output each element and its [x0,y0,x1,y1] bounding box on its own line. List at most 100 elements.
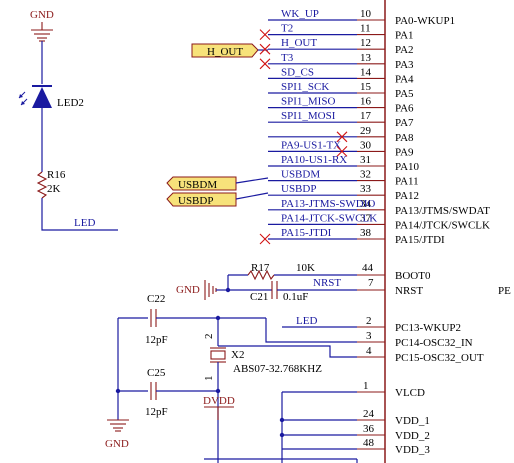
pin-number: 12 [360,37,371,49]
pin-number: 10 [360,8,372,20]
pin-net-label: T2 [281,23,293,35]
x2-ref: X2 [231,349,244,361]
pin-name: PA10 [395,161,420,173]
port-usbdm: USBDM [166,176,237,191]
pin-number: 32 [360,169,371,181]
pin-number: 36 [363,423,375,435]
boot-pin-number: 44 [362,262,374,274]
port-usbdm-text: USBDM [178,179,217,191]
r17-value: 10K [296,262,315,274]
pin-name: PA14/JTCK/SWCLK [395,219,490,231]
pin-number: 48 [363,437,375,449]
c25-ref: C25 [147,367,166,379]
c25-value: 12pF [145,406,168,418]
pin-net-label: USBDP [281,183,316,195]
x2-pin1-number: 1 [203,376,215,382]
pin-name: PA1 [395,30,414,42]
pin-number: 2 [366,315,372,327]
nrst-pin-number: 7 [368,277,374,289]
dvdd-label: DVDD [203,395,235,407]
nrst-net-label: NRST [313,277,341,289]
mcu-pin-row: 17 PA7 SPI1_MOSI [268,110,414,129]
pin-name: PA13/JTMS/SWDAT [395,205,490,217]
c21-ref: C21 [250,291,268,303]
pin-number: 11 [360,23,371,35]
pin-name: PA12 [395,190,419,202]
nrst-pin-name: NRST [395,285,423,297]
pin-net-label: SPI1_SCK [281,81,329,93]
pin-number: 4 [366,345,372,357]
pin-number: 29 [360,125,372,137]
pin-net-label: SPI1_MISO [281,96,335,108]
pin-name: PA6 [395,103,414,115]
gnd-label-mid: GND [176,284,200,296]
pin-name: VLCD [395,387,425,399]
mcu-porta-pins: 10 PA0-WKUP1 WK_UP 11 PA1 T2 12 PA2 H_OUT 13 PA3 T3… [259,8,490,246]
pin-name: PA11 [395,176,419,188]
pin-name: PA2 [395,44,414,56]
gnd-label-top: GND [30,9,54,21]
x2-value: ABS07-32.768KHZ [233,363,322,375]
pin-name: PC13-WKUP2 [395,322,461,334]
mcu-pin-row: 2 PC13-WKUP2 LED [282,315,461,334]
pin-name: PA7 [395,117,414,129]
pin-name: PA15/JTDI [395,234,445,246]
pin-name: PA0-WKUP1 [395,15,455,27]
c22-ref: C22 [147,293,165,305]
mcu-portc-pins: 2 PC13-WKUP2 LED 3 PC14-OSC32_IN 4 PC15-OSC32_… [282,315,484,364]
gnd-symbol-mid [204,280,217,300]
schematic: GND LED2 R16 2K LED H_OUT USBDM USBDP 10… [18,0,511,463]
c21-value: 0.1uF [283,291,308,303]
pin-number: 33 [360,183,372,195]
port-usbdp: USBDP [166,192,237,207]
pin-number: 1 [363,380,369,392]
pin-name: VDD_2 [395,430,430,442]
mcu-power-pins: 1 VLCD 24 VDD_1 36 VDD_2 48 VDD_3 [357,380,430,456]
gnd-symbol-bottom [107,419,129,432]
pin-number: 13 [360,52,372,64]
pin-number: 38 [360,227,372,239]
pin-net-label: PA9-US1-TX [281,139,341,151]
pin-number: 16 [360,96,372,108]
pin-name: VDD_3 [395,444,430,456]
c22-value: 12pF [145,334,168,346]
port-usbdp-text: USBDP [178,195,213,207]
wire-usbdp [235,192,269,200]
led-symbol [18,85,52,108]
pin-number: 17 [360,110,372,122]
pin-number: 3 [366,330,372,342]
led-circuit: GND LED2 R16 2K LED [18,9,118,231]
pin-net-label: PA14-JTCK-SWCLK [281,212,377,224]
pin-net-label: USBDM [281,169,320,181]
pin-net-label: H_OUT [281,37,317,49]
pin-name: PA3 [395,59,414,71]
r16-symbol [36,171,48,199]
pin-name: PC14-OSC32_IN [395,337,473,349]
gnd-label-bottom: GND [105,438,129,450]
pin-number: 24 [363,408,375,420]
pin-net-label: SPI1_MOSI [281,110,336,122]
pin-net-label: PA13-JTMS-SWDIO [281,198,375,210]
nrst-cut-text: PE [498,285,511,297]
mcu-pin-row: 1 VLCD [357,380,425,399]
gnd-symbol-top [31,22,53,42]
pin-number: 15 [360,81,372,93]
led-net-label: LED [74,217,95,229]
pin-net-label: WK_UP [281,8,319,20]
pin-number: 30 [360,139,372,151]
boot-nrst-circuit: 44 BOOT0 7 NRST PE GND R17 10K C21 0.1uF… [176,262,511,303]
pin-net-label: PA15-JTDI [281,227,332,239]
pin-name: PA5 [395,88,414,100]
pin-name: PA4 [395,73,414,85]
x2-pin2-number: 2 [203,334,215,340]
led-ref: LED2 [57,97,84,109]
r16-ref: R16 [47,169,66,181]
c25-symbol [150,382,157,400]
port-h-out-text: H_OUT [207,46,243,58]
pin-name: VDD_1 [395,415,430,427]
port-h-out: H_OUT [191,43,268,58]
pin-number: 14 [360,66,372,78]
pin-net-label: PA10-US1-RX [281,154,347,166]
boot-pin-name: BOOT0 [395,270,431,282]
pin-number: 31 [360,154,371,166]
